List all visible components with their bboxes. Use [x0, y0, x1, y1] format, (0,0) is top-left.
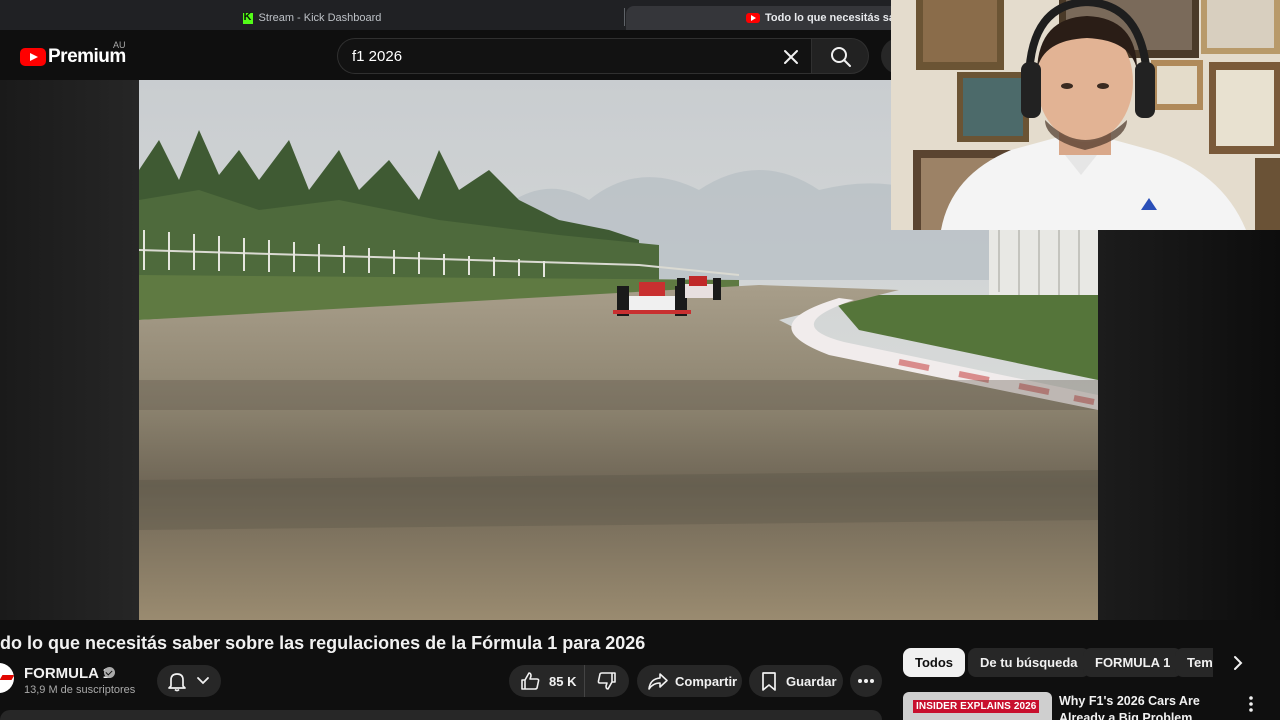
youtube-logo-icon — [20, 48, 46, 66]
youtube-premium-logo[interactable]: Premium — [20, 46, 126, 68]
save-label: Guardar — [786, 673, 837, 689]
save-button[interactable]: Guardar — [749, 665, 843, 697]
country-code: AU — [113, 40, 126, 50]
tab-youtube-video[interactable]: Todo lo que necesitás saber — [626, 6, 926, 30]
thumbs-up-icon — [521, 672, 540, 690]
f1-car — [677, 276, 721, 300]
description-box[interactable] — [0, 710, 882, 720]
player-ambient-left — [0, 80, 139, 620]
chip-all[interactable]: Todos — [903, 648, 966, 677]
more-vertical-icon — [1249, 696, 1253, 712]
like-button[interactable]: 85 K — [509, 665, 585, 697]
tab-label: Stream - Kick Dashboard — [258, 12, 382, 24]
recommended-video-title[interactable]: Why F1's 2026 Cars Are Already a Big Pro… — [1059, 693, 1239, 720]
chevron-right-icon — [1234, 656, 1243, 670]
related-filter-chips: Todos De tu búsqueda FORMULA 1 Tem — [903, 648, 1213, 678]
chips-next-button[interactable] — [1226, 651, 1250, 675]
webcam-frame — [891, 0, 1280, 230]
search-query: f1 2026 — [352, 48, 403, 65]
kick-icon — [242, 11, 253, 24]
thumbs-down-icon — [597, 672, 616, 690]
subscriber-count: 13,9 M de suscriptores — [24, 684, 136, 696]
notifications-button[interactable] — [157, 665, 221, 697]
recommended-video-menu-button[interactable] — [1243, 694, 1259, 714]
chip-topic[interactable]: Tem — [1175, 648, 1213, 677]
share-button[interactable]: Compartir — [637, 665, 742, 697]
chip-from-search[interactable]: De tu búsqueda — [968, 648, 1090, 677]
verified-badge-icon — [104, 667, 115, 678]
more-horizontal-icon — [858, 679, 874, 683]
like-dislike-group: 85 K — [509, 665, 629, 697]
bell-icon — [168, 673, 186, 692]
chevron-down-icon — [197, 677, 209, 685]
search-icon — [831, 47, 851, 67]
more-actions-button[interactable] — [850, 665, 882, 697]
chip-formula-1[interactable]: FORMULA 1 — [1083, 648, 1183, 677]
like-count: 85 K — [549, 673, 577, 689]
dislike-button[interactable] — [585, 665, 629, 697]
bookmark-icon — [762, 672, 776, 691]
tab-separator — [624, 8, 625, 26]
channel-name[interactable]: FORMULA 1 — [24, 665, 111, 682]
clear-search-button[interactable] — [777, 43, 805, 71]
search-input[interactable]: f1 2026 — [337, 38, 811, 74]
share-label: Compartir — [675, 673, 738, 689]
channel-avatar[interactable] — [0, 663, 14, 693]
share-icon — [648, 673, 668, 690]
close-icon — [784, 50, 798, 64]
streamer-webcam — [891, 0, 1280, 230]
video-title: do lo que necesitás saber sobre las regu… — [0, 633, 646, 653]
thumbnail-label: INSIDER EXPLAINS 2026 — [913, 700, 1040, 713]
youtube-icon — [746, 13, 760, 23]
recommended-video-thumbnail[interactable]: INSIDER EXPLAINS 2026 — [903, 692, 1052, 720]
tab-kick-dashboard[interactable]: Stream - Kick Dashboard — [0, 6, 624, 30]
search-button[interactable] — [811, 38, 869, 74]
